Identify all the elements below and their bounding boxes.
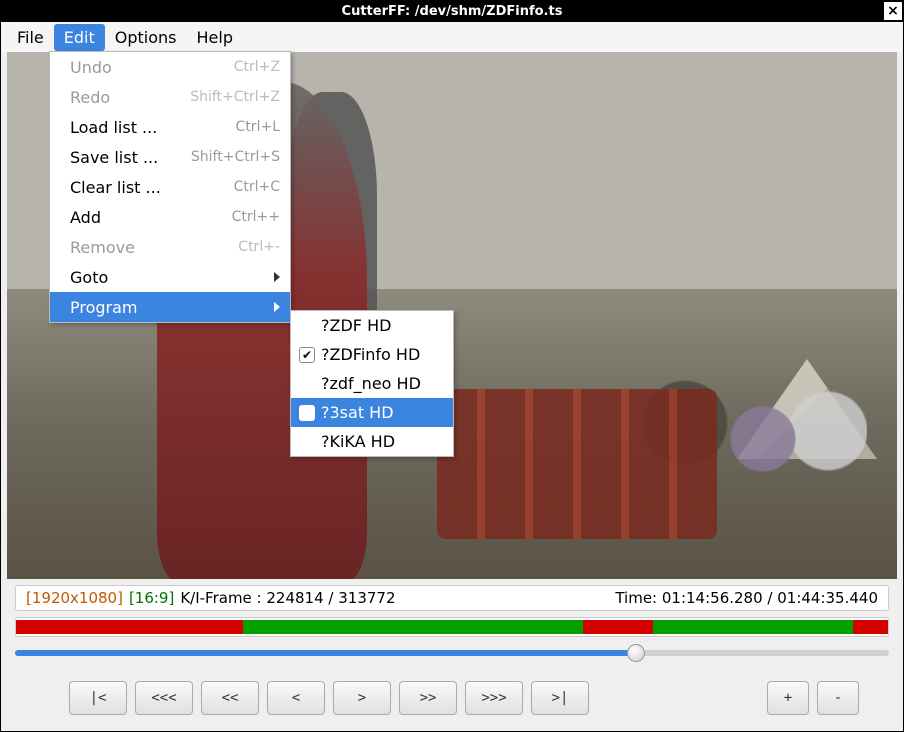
edit-dropdown: Undo Ctrl+Z Redo Shift+Ctrl+Z Load list …	[49, 51, 291, 323]
checkbox-icon	[299, 405, 315, 421]
menu-item-goto[interactable]: Goto	[50, 262, 290, 292]
menu-item-shortcut: Ctrl+-	[238, 239, 280, 255]
menu-item-load-list[interactable]: Load list ... Ctrl+L	[50, 112, 290, 142]
content-area: File Edit Options Help Undo Ctrl+Z Redo …	[0, 22, 904, 732]
timeline-segment-cut	[853, 620, 888, 634]
nav-fastfwd2-button[interactable]: >>	[399, 681, 457, 715]
nav-first-button[interactable]: |<	[69, 681, 127, 715]
menu-item-label: Undo	[70, 58, 112, 77]
menu-file[interactable]: File	[7, 24, 54, 51]
nav-fwd-button[interactable]: >	[333, 681, 391, 715]
menu-item-save-list[interactable]: Save list ... Shift+Ctrl+S	[50, 142, 290, 172]
window-title: CutterFF: /dev/shm/ZDFinfo.ts	[342, 4, 563, 19]
scene-shields	[437, 389, 717, 539]
menu-item-shortcut: Ctrl+L	[236, 119, 280, 135]
slider-thumb[interactable]	[627, 644, 645, 662]
add-marker-button[interactable]: +	[767, 681, 809, 715]
slider-fill	[15, 650, 636, 656]
program-submenu: ?ZDF HD ✔ ?ZDFinfo HD ?zdf_neo HD ?3sat …	[290, 310, 454, 457]
nav-fastback3-button[interactable]: <<<	[135, 681, 193, 715]
close-button[interactable]: ×	[884, 2, 902, 20]
nav-button-group: |< <<< << < > >> >>> >|	[69, 681, 589, 715]
program-label: ?zdf_neo HD	[321, 374, 421, 393]
menu-edit[interactable]: Edit	[54, 24, 105, 51]
marker-button-group: + -	[767, 681, 859, 715]
nav-back-button[interactable]: <	[267, 681, 325, 715]
menu-item-program[interactable]: Program	[50, 292, 290, 322]
program-item-zdf-hd[interactable]: ?ZDF HD	[291, 311, 453, 340]
checkbox-icon	[299, 318, 315, 334]
program-item-zdfinfo-hd[interactable]: ✔ ?ZDFinfo HD	[291, 340, 453, 369]
aspect-label: [16:9]	[129, 589, 174, 607]
menu-item-shortcut: Shift+Ctrl+S	[191, 149, 280, 165]
program-label: ?ZDF HD	[321, 316, 391, 335]
submenu-arrow-icon	[274, 272, 280, 282]
menu-item-clear-list[interactable]: Clear list ... Ctrl+C	[50, 172, 290, 202]
timeline-segment-cut	[16, 620, 243, 634]
menu-item-label: Goto	[70, 268, 108, 287]
timeline-segment-keep	[243, 620, 583, 634]
menu-item-add[interactable]: Add Ctrl++	[50, 202, 290, 232]
menu-item-label: Redo	[70, 88, 110, 107]
transport-buttons: |< <<< << < > >> >>> >| + -	[15, 673, 889, 723]
menu-item-shortcut: Shift+Ctrl+Z	[190, 89, 280, 105]
menu-item-remove[interactable]: Remove Ctrl+-	[50, 232, 290, 262]
timeline-segment-keep	[653, 620, 854, 634]
position-slider[interactable]	[15, 641, 889, 665]
menu-item-label: Add	[70, 208, 101, 227]
menu-item-label: Save list ...	[70, 148, 158, 167]
menu-item-label: Load list ...	[70, 118, 157, 137]
program-label: ?ZDFinfo HD	[321, 345, 420, 364]
nav-last-button[interactable]: >|	[531, 681, 589, 715]
menu-item-shortcut: Ctrl++	[232, 209, 280, 225]
checkbox-icon	[299, 376, 315, 392]
nav-fastfwd3-button[interactable]: >>>	[465, 681, 523, 715]
checkbox-icon	[299, 434, 315, 450]
app-window: CutterFF: /dev/shm/ZDFinfo.ts × File Edi…	[0, 0, 904, 732]
menu-item-label: Clear list ...	[70, 178, 161, 197]
status-bar: [1920x1080] [16:9] K/I-Frame : 224814 / …	[15, 585, 889, 611]
menubar: File Edit Options Help Undo Ctrl+Z Redo …	[1, 22, 903, 52]
checkbox-icon: ✔	[299, 347, 315, 363]
menu-item-label: Remove	[70, 238, 135, 257]
menu-item-redo[interactable]: Redo Shift+Ctrl+Z	[50, 82, 290, 112]
menu-item-undo[interactable]: Undo Ctrl+Z	[50, 52, 290, 82]
program-item-kika-hd[interactable]: ?KiKA HD	[291, 427, 453, 456]
program-label: ?KiKA HD	[321, 432, 395, 451]
status-left: [1920x1080] [16:9] K/I-Frame : 224814 / …	[26, 589, 615, 607]
menu-item-shortcut: Ctrl+C	[234, 179, 280, 195]
frame-label: K/I-Frame : 224814 / 313772	[180, 589, 395, 607]
titlebar[interactable]: CutterFF: /dev/shm/ZDFinfo.ts ×	[0, 0, 904, 22]
menu-help[interactable]: Help	[187, 24, 243, 51]
cut-timeline[interactable]	[15, 617, 889, 637]
remove-marker-button[interactable]: -	[817, 681, 859, 715]
program-item-zdf-neo-hd[interactable]: ?zdf_neo HD	[291, 369, 453, 398]
submenu-arrow-icon	[274, 302, 280, 312]
program-item-3sat-hd[interactable]: ?3sat HD	[291, 398, 453, 427]
resolution-label: [1920x1080]	[26, 589, 123, 607]
program-label: ?3sat HD	[321, 403, 394, 422]
menu-options[interactable]: Options	[105, 24, 187, 51]
timeline-segment-cut	[583, 620, 653, 634]
time-label: Time: 01:14:56.280 / 01:44:35.440	[615, 589, 878, 607]
menu-item-shortcut: Ctrl+Z	[234, 59, 280, 75]
menu-item-label: Program	[70, 298, 138, 317]
nav-fastback2-button[interactable]: <<	[201, 681, 259, 715]
